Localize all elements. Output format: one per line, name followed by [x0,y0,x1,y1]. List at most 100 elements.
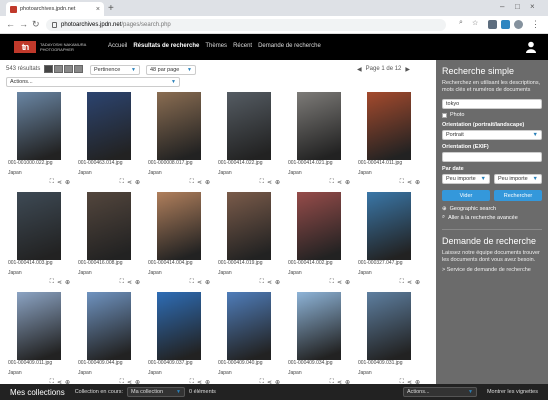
menu-item[interactable]: Demande de recherche [258,43,321,49]
add-to-collection-icon[interactable]: ⊕ [65,279,70,286]
fullscreen-icon[interactable]: ⛶ [330,279,334,286]
add-to-collection-icon[interactable]: ⊕ [345,279,350,286]
advanced-search-link[interactable]: ⌕ Aller à la recherche avancée [442,214,542,221]
share-icon[interactable]: ⋖ [407,179,412,186]
search-input[interactable]: tokyo [442,99,542,109]
new-tab-icon[interactable]: + [108,3,114,14]
forward-icon[interactable]: → [19,19,28,29]
share-icon[interactable]: ⋖ [337,279,342,286]
add-to-collection-icon[interactable]: ⊕ [205,279,210,286]
result-card[interactable]: 001-000416.008.jpg Japan ⛶ ⋖ ⊕ [78,192,140,289]
result-card[interactable]: 001-001000.022.jpg Japan ⛶ ⋖ ⊕ [8,92,70,189]
sort-select[interactable]: Pertinence ▼ [90,65,140,75]
result-card[interactable]: 001-000414.022.jpg Japan ⛶ ⋖ ⊕ [218,92,280,189]
user-account-icon[interactable] [526,41,536,53]
add-to-collection-icon[interactable]: ⊕ [345,179,350,186]
thumbnail-image[interactable] [358,192,420,260]
share-icon[interactable]: ⋖ [407,279,412,286]
thumbnail-image[interactable] [8,92,70,160]
result-card[interactable]: 001-000409.040.jpg Japan ⛶ ⋖ ⊕ [218,292,280,384]
share-icon[interactable]: ⋖ [197,179,202,186]
add-to-collection-icon[interactable]: ⊕ [135,279,140,286]
result-card[interactable]: 001-000414.021.jpg Japan ⛶ ⋖ ⊕ [288,92,350,189]
thumbnail-image[interactable] [358,292,420,360]
share-icon[interactable]: ⋖ [57,179,62,186]
reload-icon[interactable]: ↻ [32,19,40,30]
collection-actions-select[interactable]: Actions... ▼ [402,387,477,397]
thumbnail-image[interactable] [358,92,420,160]
result-card[interactable]: 001-000414.003.jpg Japan ⛶ ⋖ ⊕ [8,192,70,289]
clear-button[interactable]: Vider [442,190,490,201]
add-to-collection-icon[interactable]: ⊕ [135,179,140,186]
view-xlarge-grid-icon[interactable] [64,65,73,73]
thumbnail-image[interactable] [218,92,280,160]
minimize-icon[interactable]: – [500,2,504,11]
view-large-grid-icon[interactable] [44,65,53,73]
menu-item[interactable]: Accueil [108,43,127,49]
thumbnail-image[interactable] [78,292,140,360]
thumbnail-image[interactable] [218,292,280,360]
browser-tab[interactable]: photoarchives.jpdn.net × [6,2,104,16]
share-icon[interactable]: ⋖ [267,279,272,286]
result-card[interactable]: 001-000409.037.jpg Japan ⛶ ⋖ ⊕ [148,292,210,384]
site-logo[interactable]: tn [14,41,36,53]
result-card[interactable]: 001-000409.031.jpg Japan ⛶ ⋖ ⊕ [358,292,420,384]
fullscreen-icon[interactable]: ⛶ [400,179,404,186]
extension-icon[interactable] [501,20,510,29]
share-icon[interactable]: ⋖ [197,279,202,286]
add-to-collection-icon[interactable]: ⊕ [275,179,280,186]
photo-checkbox[interactable]: Photo [442,112,542,118]
collection-select[interactable]: Ma collection ▼ [127,387,185,397]
result-card[interactable]: 001-000327.047.jpg Japan ⛶ ⋖ ⊕ [358,192,420,289]
thumbnail-image[interactable] [148,292,210,360]
add-to-collection-icon[interactable]: ⊕ [205,179,210,186]
fullscreen-icon[interactable]: ⛶ [50,279,54,286]
search-request-link[interactable]: > Service de demande de recherche [442,267,542,274]
view-small-grid-icon[interactable] [54,65,63,73]
close-tab-icon[interactable]: × [96,6,100,13]
window-close-icon[interactable]: × [530,2,535,11]
menu-item[interactable]: Résultats de recherche [133,43,199,49]
fullscreen-icon[interactable]: ⛶ [50,179,54,186]
result-card[interactable]: 001-000414.002.jpg Japan ⛶ ⋖ ⊕ [288,192,350,289]
fullscreen-icon[interactable]: ⛶ [330,179,334,186]
exif-input[interactable] [442,152,542,162]
thumbnail-image[interactable] [78,192,140,260]
add-to-collection-icon[interactable]: ⊕ [65,179,70,186]
geographic-search-link[interactable]: ⊕ Geographic search [442,206,542,212]
thumbnail-image[interactable] [8,192,70,260]
fullscreen-icon[interactable]: ⛶ [120,279,124,286]
menu-item[interactable]: Récent [233,43,252,49]
menu-kebab-icon[interactable]: ⋮ [531,19,540,30]
result-card[interactable]: 001-000409.034.jpg Japan ⛶ ⋖ ⊕ [288,292,350,384]
address-bar[interactable]: photoarchives.jpdn.net/pages/search.php [46,19,446,31]
search-icon[interactable]: ⌕ [459,19,463,27]
result-card[interactable]: 001-000409.044.jpg Japan ⛶ ⋖ ⊕ [78,292,140,384]
extension-icon[interactable] [488,20,497,29]
share-icon[interactable]: ⋖ [57,279,62,286]
maximize-icon[interactable]: □ [515,2,520,11]
menu-item[interactable]: Thèmes [205,43,227,49]
share-icon[interactable]: ⋖ [127,179,132,186]
view-list-icon[interactable] [74,65,83,73]
fullscreen-icon[interactable]: ⛶ [260,279,264,286]
profile-icon[interactable] [514,20,523,29]
thumbnail-image[interactable] [148,192,210,260]
fullscreen-icon[interactable]: ⛶ [190,179,194,186]
fullscreen-icon[interactable]: ⛶ [120,179,124,186]
prev-page-icon[interactable]: ◀ [357,66,362,73]
date-from-select[interactable]: Peu importe ▼ [442,174,490,184]
thumbnail-image[interactable] [78,92,140,160]
orientation-select[interactable]: Portrait ▼ [442,130,542,140]
next-page-icon[interactable]: ▶ [405,66,410,73]
thumbnail-image[interactable] [148,92,210,160]
result-card[interactable]: 001-000414.019.jpg Japan ⛶ ⋖ ⊕ [218,192,280,289]
add-to-collection-icon[interactable]: ⊕ [275,279,280,286]
thumbnail-image[interactable] [288,192,350,260]
share-icon[interactable]: ⋖ [267,179,272,186]
thumbnail-image[interactable] [218,192,280,260]
thumbnail-image[interactable] [288,92,350,160]
result-card[interactable]: 001-000414.011.jpg Japan ⛶ ⋖ ⊕ [358,92,420,189]
result-card[interactable]: 001-000008.017.jpg Japan ⛶ ⋖ ⊕ [148,92,210,189]
share-icon[interactable]: ⋖ [127,279,132,286]
